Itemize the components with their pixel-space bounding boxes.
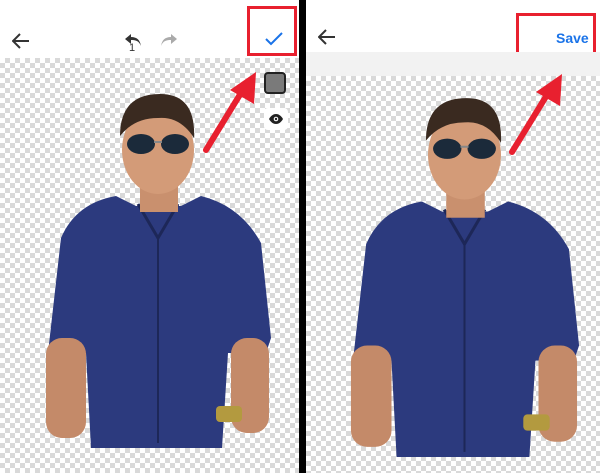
left-screen: 1 [0, 0, 299, 473]
check-icon [265, 32, 283, 46]
left-toolbar: 1 [0, 0, 299, 58]
undo-count: 1 [128, 42, 136, 54]
right-toolbar: Save [306, 0, 600, 58]
arrow-left-icon [12, 33, 29, 49]
pointer-arrow [509, 74, 562, 155]
arrow-left-icon [318, 29, 335, 45]
back-button[interactable] [314, 24, 340, 50]
right-screen: Save [306, 0, 600, 473]
save-button[interactable]: Save [556, 30, 589, 46]
pointer-arrow [203, 72, 256, 153]
redo-button[interactable] [156, 30, 182, 50]
back-button[interactable] [8, 28, 34, 54]
redo-icon [161, 34, 177, 46]
confirm-button[interactable] [262, 28, 286, 50]
